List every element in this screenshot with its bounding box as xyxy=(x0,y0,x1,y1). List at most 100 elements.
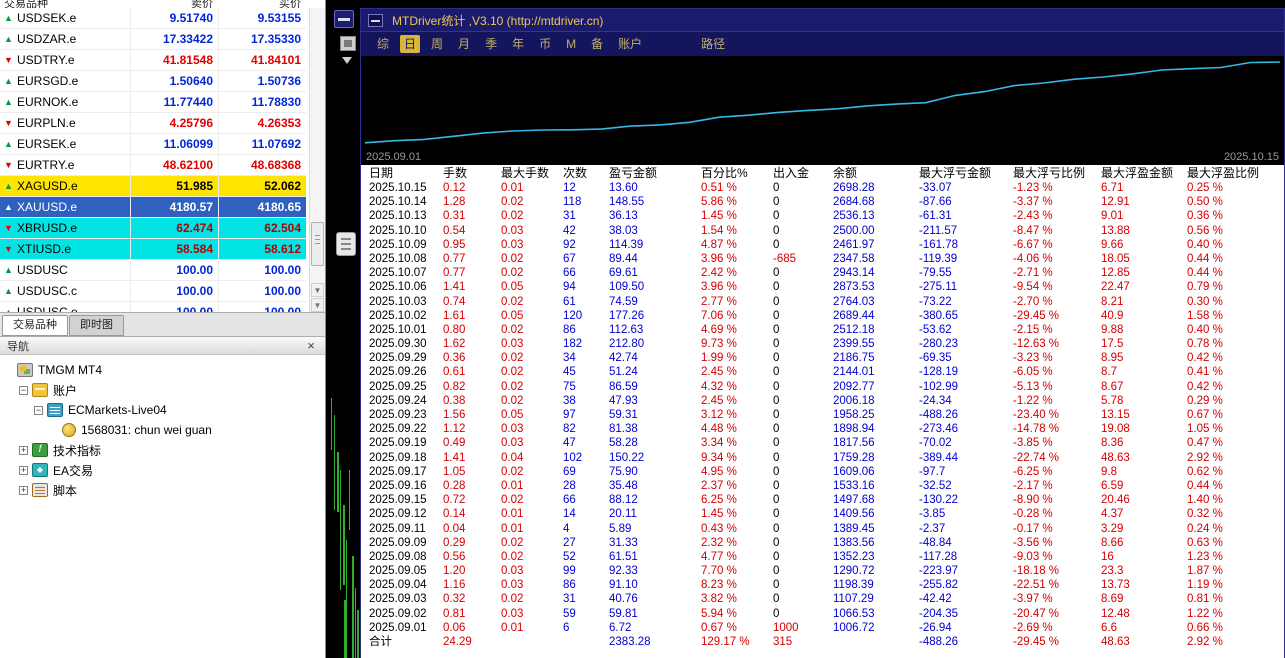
table-row[interactable]: 2025.09.30 1.62 0.03 182 212.80 9.73 % 0 2399.5… xyxy=(361,337,1284,351)
market-watch-row[interactable]: ▼ XBRUSD.e 62.474 62.504 xyxy=(0,218,306,239)
market-watch-row[interactable]: ▲ EURNOK.e 11.77440 11.78830 xyxy=(0,92,306,113)
table-row[interactable]: 2025.10.13 0.31 0.02 31 36.13 1.45 % 0 2536.13 -… xyxy=(361,209,1284,223)
screenshot-icon[interactable] xyxy=(340,36,356,51)
table-row[interactable]: 2025.09.03 0.32 0.02 31 40.76 3.82 % 0 1107.29 -… xyxy=(361,592,1284,606)
cell: 28 xyxy=(563,479,576,492)
table-row[interactable]: 2025.09.01 0.06 0.01 6 6.72 0.67 % 1000 1006.72… xyxy=(361,621,1284,635)
market-watch-row[interactable]: ▲ XAUUSD.e 4180.57 4180.65 xyxy=(0,197,306,218)
table-row[interactable]: 2025.09.17 1.05 0.02 69 75.90 4.95 % 0 1609.06 -… xyxy=(361,465,1284,479)
table-row[interactable]: 2025.09.09 0.29 0.02 27 31.33 2.32 % 0 1383.56 -… xyxy=(361,536,1284,550)
table-row[interactable]: 2025.09.26 0.61 0.02 45 51.24 2.45 % 0 2144.01 -… xyxy=(361,365,1284,379)
table-row[interactable]: 2025.10.15 0.12 0.01 12 13.60 0.51 % 0 2698.28 -… xyxy=(361,181,1284,195)
market-watch-row[interactable]: ▲ EURSEK.e 11.06099 11.07692 xyxy=(0,134,306,155)
table-row[interactable]: 2025.10.06 1.41 0.05 94 109.50 3.96 % 0 2873.53… xyxy=(361,280,1284,294)
table-row[interactable]: 2025.10.14 1.28 0.02 118 148.55 5.86 % 0 2684.6… xyxy=(361,195,1284,209)
window-titlebar[interactable]: MTDriver统计 ,V3.10 (http://mtdriver.cn) xyxy=(361,9,1284,31)
table-row[interactable]: 2025.09.16 0.28 0.01 28 35.48 2.37 % 0 1533.16 -… xyxy=(361,479,1284,493)
collapse-icon[interactable]: − xyxy=(19,385,28,395)
cell: 12.48 xyxy=(1101,607,1130,620)
cell: 38 xyxy=(563,394,576,407)
cell: 2.45 % xyxy=(701,366,737,379)
one-click-trading-arrow-icon[interactable] xyxy=(342,57,352,64)
table-row[interactable]: 2025.09.19 0.49 0.03 47 58.28 3.34 % 0 1817.56 -… xyxy=(361,436,1284,450)
cell: 6.72 xyxy=(609,621,632,634)
toolbar-weekly-button[interactable]: 周 xyxy=(427,35,447,53)
toolbar-path-button[interactable]: 路径 xyxy=(697,35,729,53)
market-watch-row[interactable]: ▼ EURPLN.e 4.25796 4.26353 xyxy=(0,113,306,134)
toolbar-monthly-button[interactable]: 月 xyxy=(454,35,474,53)
table-row[interactable]: 2025.09.05 1.20 0.03 99 92.33 7.70 % 0 1290.72 -… xyxy=(361,564,1284,578)
expand-icon[interactable]: + xyxy=(19,445,28,455)
table-row[interactable]: 2025.09.18 1.41 0.04 102 150.22 9.34 % 0 1759.2… xyxy=(361,451,1284,465)
collapse-icon[interactable]: − xyxy=(34,405,43,415)
ask-value: 52.062 xyxy=(218,176,306,197)
column-header-bid[interactable]: 卖价 xyxy=(130,0,218,8)
toolbar-yearly-button[interactable]: 年 xyxy=(508,35,528,53)
market-watch-row[interactable]: ▲ USDUSC.e 100.00 100.00 xyxy=(0,302,306,312)
market-watch-row[interactable]: ▼ EURTRY.e 48.62100 48.68368 xyxy=(0,155,306,176)
cell: 1409.56 xyxy=(833,508,875,521)
tree-item[interactable]: + 技术指标 xyxy=(0,440,325,460)
scrollbar-down-icon[interactable]: ▼ xyxy=(311,283,324,297)
market-watch-row[interactable]: ▲ USDZAR.e 17.33422 17.35330 xyxy=(0,29,306,50)
table-row[interactable]: 2025.09.22 1.12 0.03 82 81.38 4.48 % 0 1898.94 -… xyxy=(361,422,1284,436)
tree-item[interactable]: + EA交易 xyxy=(0,460,325,480)
table-row[interactable]: 2025.10.03 0.74 0.02 61 74.59 2.77 % 0 2764.03 -… xyxy=(361,295,1284,309)
tree-item[interactable]: 1568031: chun wei guan xyxy=(0,420,325,440)
toolbar-currency-button[interactable]: 币 xyxy=(535,35,555,53)
column-header-ask[interactable]: 买价 xyxy=(218,0,306,8)
table-row[interactable]: 2025.09.24 0.38 0.02 38 47.93 2.45 % 0 2006.18 -… xyxy=(361,394,1284,408)
column-header-symbol[interactable]: 交易品种 xyxy=(0,0,130,8)
scrollbar-down-icon[interactable]: ▼ xyxy=(311,298,324,312)
cell: 212.80 xyxy=(609,338,645,351)
table-row[interactable]: 2025.10.07 0.77 0.02 66 69.61 2.42 % 0 2943.14 -… xyxy=(361,266,1284,280)
market-watch-row[interactable]: ▲ USDUSC 100.00 100.00 xyxy=(0,260,306,281)
table-row[interactable]: 2025.09.04 1.16 0.03 86 91.10 8.23 % 0 1198.39 -… xyxy=(361,578,1284,592)
scrollbar-thumb[interactable] xyxy=(311,222,324,266)
tab-tick-chart[interactable]: 即时图 xyxy=(69,315,124,336)
tree-item[interactable]: − ECMarkets-Live04 xyxy=(0,400,325,420)
expand-icon[interactable]: + xyxy=(19,485,28,495)
cell: 5.94 % xyxy=(701,607,737,620)
table-row[interactable]: 2025.10.10 0.54 0.03 42 38.03 1.54 % 0 2500.00 -… xyxy=(361,224,1284,238)
tree-item[interactable]: − 账户 xyxy=(0,380,325,400)
expand-icon[interactable]: + xyxy=(19,465,28,475)
table-row[interactable]: 2025.09.15 0.72 0.02 66 88.12 6.25 % 0 1497.68 -… xyxy=(361,493,1284,507)
tree-item[interactable]: TMGM MT4 xyxy=(0,360,325,380)
table-row[interactable]: 2025.10.09 0.95 0.03 92 114.39 4.87 % 0 2461.97… xyxy=(361,238,1284,252)
symbol-label: EURSGD.e xyxy=(17,74,79,88)
panel-icon[interactable] xyxy=(334,10,354,28)
toolbar-m-button[interactable]: M xyxy=(562,35,580,53)
cell: 2873.53 xyxy=(833,281,875,294)
table-total-row[interactable]: 合计 24.29 2383.28 129.17 % 315 -488.26 -29.45 %… xyxy=(361,635,1284,649)
close-icon[interactable]: × xyxy=(304,338,318,353)
cell: 0 xyxy=(773,309,780,322)
market-watch-row[interactable]: ▼ USDTRY.e 41.81548 41.84101 xyxy=(0,50,306,71)
table-row[interactable]: 2025.10.02 1.61 0.05 120 177.26 7.06 % 0 2689.4… xyxy=(361,309,1284,323)
toolbar-daily-button[interactable]: 日 xyxy=(400,35,421,53)
toolbar-notes-button[interactable]: 备 xyxy=(587,35,607,53)
experts-icon xyxy=(32,463,48,477)
table-row[interactable]: 2025.09.02 0.81 0.03 59 59.81 5.94 % 0 1066.53 -… xyxy=(361,607,1284,621)
market-watch-row[interactable]: ▼ XTIUSD.e 58.584 58.612 xyxy=(0,239,306,260)
panel-grip-icon[interactable] xyxy=(336,232,356,256)
cell: -22.74 % xyxy=(1013,451,1060,464)
market-watch-row[interactable]: ▲ USDSEK.e 9.51740 9.53155 xyxy=(0,8,306,29)
toolbar-summary-button[interactable]: 综 xyxy=(373,35,393,53)
tree-item[interactable]: + 脚本 xyxy=(0,480,325,500)
market-watch-row[interactable]: ▲ EURSGD.e 1.50640 1.50736 xyxy=(0,71,306,92)
table-row[interactable]: 2025.09.08 0.56 0.02 52 61.51 4.77 % 0 1352.23 -… xyxy=(361,550,1284,564)
table-row[interactable]: 2025.09.23 1.56 0.05 97 59.31 3.12 % 0 1958.25 -… xyxy=(361,408,1284,422)
market-watch-row[interactable]: ▲ XAGUSD.e 51.985 52.062 xyxy=(0,176,306,197)
table-row[interactable]: 2025.09.11 0.04 0.01 4 5.89 0.43 % 0 1389.45 -2.… xyxy=(361,522,1284,536)
tab-symbols[interactable]: 交易品种 xyxy=(2,315,68,336)
table-row[interactable]: 2025.10.01 0.80 0.02 86 112.63 4.69 % 0 2512.18… xyxy=(361,323,1284,337)
toolbar-account-button[interactable]: 账户 xyxy=(614,35,646,53)
market-watch-row[interactable]: ▲ USDUSC.c 100.00 100.00 xyxy=(0,281,306,302)
market-watch-scrollbar[interactable]: ▼ ▼ xyxy=(309,8,325,312)
table-row[interactable]: 2025.09.12 0.14 0.01 14 20.11 1.45 % 0 1409.56 -… xyxy=(361,507,1284,521)
table-row[interactable]: 2025.09.25 0.82 0.02 75 86.59 4.32 % 0 2092.77 -… xyxy=(361,380,1284,394)
toolbar-quarterly-button[interactable]: 季 xyxy=(481,35,501,53)
table-row[interactable]: 2025.10.08 0.77 0.02 67 89.44 3.96 % -685 2347.… xyxy=(361,252,1284,266)
table-row[interactable]: 2025.09.29 0.36 0.02 34 42.74 1.99 % 0 2186.75 -… xyxy=(361,351,1284,365)
